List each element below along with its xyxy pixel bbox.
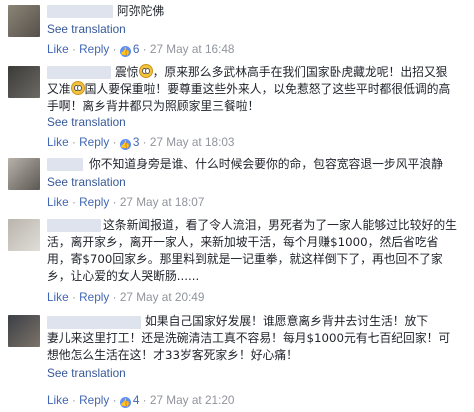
thumbs-up-icon: 👍 [119, 397, 131, 408]
thumbs-up-icon: 👍 [119, 46, 131, 57]
comment-actions: Like · Reply · 👍 4 · 27 May at 21:20 [47, 393, 235, 408]
scream-face-emoji-icon [70, 81, 85, 95]
avatar[interactable] [8, 66, 40, 98]
like-count[interactable]: 3 [133, 135, 140, 149]
comment-actions: Like · Reply · 27 May at 20:49 [47, 290, 205, 304]
timestamp[interactable]: 27 May at 18:03 [150, 135, 235, 149]
comment-text: 阿弥陀佛 [117, 4, 165, 18]
see-translation-link[interactable]: See translation [47, 115, 126, 129]
reply-button[interactable]: Reply [79, 290, 109, 304]
see-translation-link[interactable]: See translation [47, 366, 126, 380]
reply-button[interactable]: Reply [79, 135, 109, 149]
scream-face-emoji-icon [138, 64, 153, 78]
like-button[interactable]: Like [47, 195, 69, 209]
like-button[interactable]: Like [47, 42, 69, 56]
avatar[interactable] [8, 5, 40, 37]
comment-text: 你不知道身旁是谁、什么时候会要你的命，包容宽容退一步风平浪静 [89, 157, 443, 171]
see-translation-link[interactable]: See translation [47, 175, 126, 189]
comment-text: 震惊 ，原来那么多武林高手在我们国家卧虎藏龙呢！出招又狠 又准 国人要保重啦！要尊重… [47, 64, 451, 113]
timestamp[interactable]: 27 May at 16:48 [150, 42, 235, 56]
like-count[interactable]: 6 [133, 42, 140, 56]
comment-actions: Like · Reply · 👍 6 · 27 May at 16:48 [47, 42, 235, 57]
reply-button[interactable]: Reply [79, 42, 109, 56]
thumbs-up-icon: 👍 [119, 139, 131, 150]
reply-button[interactable]: Reply [79, 393, 109, 407]
avatar[interactable] [8, 158, 40, 190]
see-translation-link[interactable]: See translation [47, 22, 126, 36]
like-button[interactable]: Like [47, 135, 69, 149]
like-button[interactable]: Like [47, 393, 69, 407]
timestamp[interactable]: 27 May at 21:20 [150, 393, 235, 407]
comment-actions: Like · Reply · 👍 3 · 27 May at 18:03 [47, 135, 235, 150]
comment-actions: Like · Reply · 27 May at 18:07 [47, 195, 205, 209]
comment-text: 如果自己国家好发展！谁愿意离乡背井去讨生活！放下 妻儿来这里打工！还是洗碗清洁工… [47, 314, 451, 362]
avatar[interactable] [8, 315, 40, 347]
timestamp[interactable]: 27 May at 18:07 [120, 195, 205, 209]
like-button[interactable]: Like [47, 290, 69, 304]
like-count[interactable]: 4 [133, 393, 140, 407]
reply-button[interactable]: Reply [79, 195, 109, 209]
comment-text: 这条新闻报道，看了令人流泪，男死者为了一家人能够过比较好的生 活，离开家乡，离开… [47, 218, 457, 283]
avatar[interactable] [8, 219, 40, 251]
timestamp[interactable]: 27 May at 20:49 [120, 290, 205, 304]
